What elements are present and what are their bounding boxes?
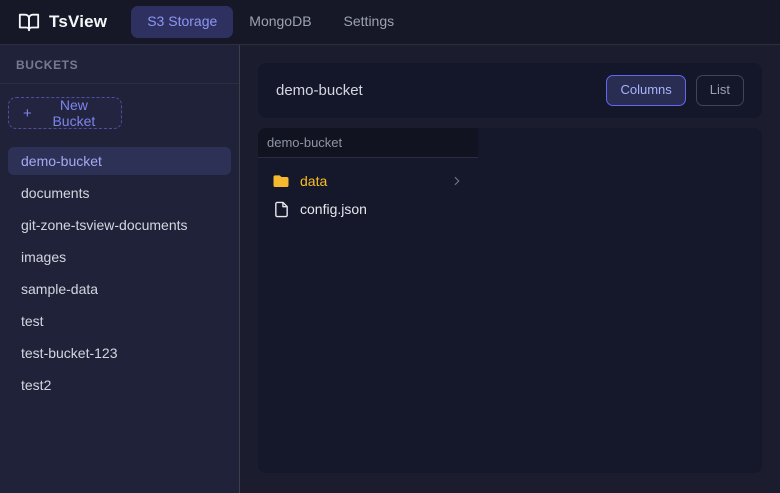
nav-tab[interactable]: S3 Storage bbox=[131, 6, 233, 37]
sidebar-section-header: BUCKETS bbox=[0, 45, 239, 84]
plus-icon: + bbox=[23, 106, 32, 121]
view-mode-toggle: Columns List bbox=[606, 75, 744, 106]
browser-column: demo-bucket data config.json bbox=[258, 128, 478, 473]
file-icon bbox=[272, 201, 290, 218]
sidebar-bucket-item[interactable]: test bbox=[8, 307, 231, 335]
page-body: BUCKETS + New Bucket demo-bucket document… bbox=[0, 45, 780, 493]
bucket-title: demo-bucket bbox=[276, 82, 363, 99]
buckets-heading: BUCKETS bbox=[16, 58, 78, 72]
main-content: demo-bucket Columns List demo-bucket data bbox=[240, 45, 780, 493]
column-header: demo-bucket bbox=[258, 128, 478, 158]
brand[interactable]: TsView bbox=[18, 11, 107, 33]
chevron-right-icon bbox=[450, 174, 464, 188]
file-browser-panel: demo-bucket data config.json bbox=[258, 128, 762, 473]
nav-tab[interactable]: Settings bbox=[328, 6, 411, 37]
folder-icon bbox=[272, 172, 290, 190]
new-bucket-button[interactable]: + New Bucket bbox=[8, 97, 122, 129]
sidebar-bucket-item[interactable]: test-bucket-123 bbox=[8, 339, 231, 367]
brand-title: TsView bbox=[49, 12, 107, 32]
top-navbar: TsView S3 StorageMongoDBSettings bbox=[0, 0, 780, 45]
column-item-file[interactable]: config.json bbox=[264, 195, 472, 223]
new-bucket-label: New Bucket bbox=[41, 97, 107, 129]
sidebar-bucket-item[interactable]: test2 bbox=[8, 371, 231, 399]
nav-tab[interactable]: MongoDB bbox=[233, 6, 327, 37]
item-name: config.json bbox=[300, 201, 367, 217]
view-toggle-button[interactable]: List bbox=[696, 75, 744, 106]
sidebar-bucket-item[interactable]: sample-data bbox=[8, 275, 231, 303]
sidebar-bucket-item[interactable]: demo-bucket bbox=[8, 147, 231, 175]
nav-tabs: S3 StorageMongoDBSettings bbox=[131, 6, 410, 37]
column-item-folder[interactable]: data bbox=[264, 167, 472, 195]
column-item-list: data config.json bbox=[258, 167, 478, 223]
sidebar-bucket-item[interactable]: git-zone-tsview-documents bbox=[8, 211, 231, 239]
bucket-header-bar: demo-bucket Columns List bbox=[258, 63, 762, 118]
app-root: TsView S3 StorageMongoDBSettings BUCKETS… bbox=[0, 0, 780, 493]
view-toggle-button[interactable]: Columns bbox=[606, 75, 685, 106]
book-open-icon bbox=[18, 11, 40, 33]
sidebar-bucket-item[interactable]: images bbox=[8, 243, 231, 271]
item-name: data bbox=[300, 173, 327, 189]
bucket-list: demo-bucket documents git-zone-tsview-docu… bbox=[0, 147, 239, 403]
sidebar-bucket-item[interactable]: documents bbox=[8, 179, 231, 207]
sidebar: BUCKETS + New Bucket demo-bucket document… bbox=[0, 45, 240, 493]
